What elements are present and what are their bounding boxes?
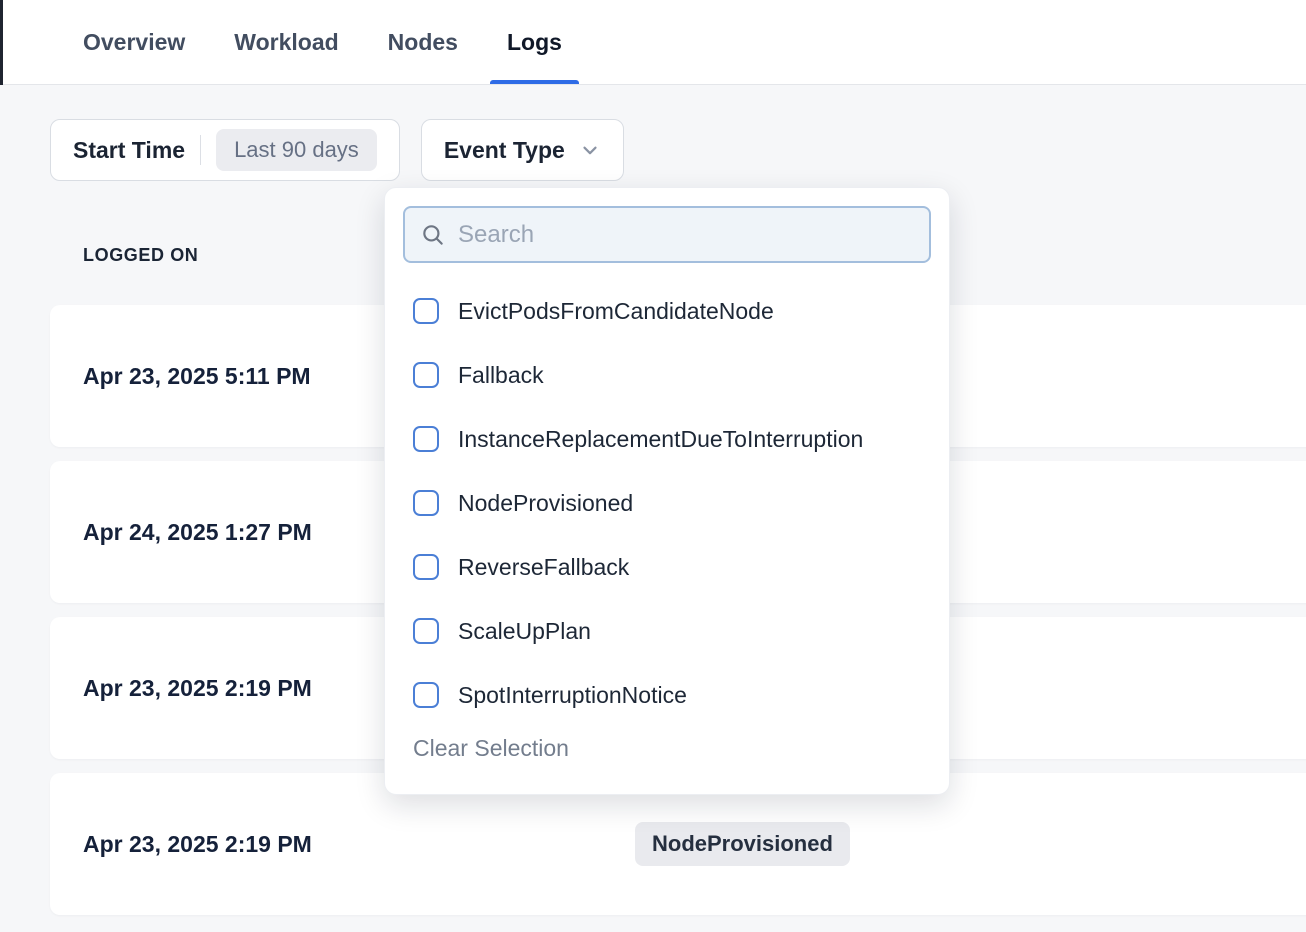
filter-divider: [200, 135, 201, 165]
column-header-logged-on: LOGGED ON: [83, 245, 198, 266]
event-type-option[interactable]: InstanceReplacementDueToInterruption: [403, 407, 931, 471]
filter-bar: Start Time Last 90 days Event Type: [50, 119, 624, 181]
event-type-option[interactable]: NodeProvisioned: [403, 471, 931, 535]
option-label: ScaleUpPlan: [458, 618, 591, 645]
checkbox[interactable]: [413, 618, 439, 644]
tab-label: Workload: [234, 29, 338, 56]
dropdown-search: [403, 206, 931, 263]
search-icon: [420, 222, 446, 248]
tab-nodes[interactable]: Nodes: [388, 0, 458, 84]
tab-overview[interactable]: Overview: [83, 0, 185, 84]
checkbox[interactable]: [413, 554, 439, 580]
option-label: ReverseFallback: [458, 554, 629, 581]
start-time-label: Start Time: [73, 137, 185, 164]
option-label: InstanceReplacementDueToInterruption: [458, 426, 863, 453]
tab-label: Overview: [83, 29, 185, 56]
event-type-option[interactable]: ScaleUpPlan: [403, 599, 931, 663]
option-label: NodeProvisioned: [458, 490, 633, 517]
event-type-options: EvictPodsFromCandidateNode Fallback Inst…: [403, 279, 931, 727]
event-type-filter-button[interactable]: Event Type: [421, 119, 624, 181]
logs-content: Start Time Last 90 days Event Type: [0, 85, 1306, 932]
tab-logs[interactable]: Logs: [507, 0, 562, 84]
logged-on-value: Apr 23, 2025 2:19 PM: [83, 831, 312, 858]
logged-on-value: Apr 24, 2025 1:27 PM: [83, 519, 312, 546]
tab-bar: Overview Workload Nodes Logs: [0, 0, 1306, 85]
event-type-option[interactable]: EvictPodsFromCandidateNode: [403, 279, 931, 343]
checkbox[interactable]: [413, 362, 439, 388]
logs-page: Overview Workload Nodes Logs Start Time …: [0, 0, 1306, 932]
checkbox[interactable]: [413, 490, 439, 516]
left-edge-divider: [0, 0, 3, 85]
logged-on-value: Apr 23, 2025 5:11 PM: [83, 363, 311, 390]
checkbox[interactable]: [413, 682, 439, 708]
option-label: Fallback: [458, 362, 544, 389]
logged-on-value: Apr 23, 2025 2:19 PM: [83, 675, 312, 702]
event-type-label: Event Type: [444, 137, 565, 164]
event-type-option[interactable]: ReverseFallback: [403, 535, 931, 599]
clear-selection-button[interactable]: Clear Selection: [403, 735, 931, 762]
option-label: EvictPodsFromCandidateNode: [458, 298, 774, 325]
tab-label: Logs: [507, 29, 562, 56]
event-type-dropdown: EvictPodsFromCandidateNode Fallback Inst…: [384, 187, 950, 795]
event-type-option[interactable]: SpotInterruptionNotice: [403, 663, 931, 727]
start-time-filter-button[interactable]: Start Time Last 90 days: [50, 119, 400, 181]
chevron-down-icon: [579, 139, 601, 161]
start-time-value: Last 90 days: [216, 129, 377, 171]
search-input[interactable]: [458, 221, 914, 249]
event-type-badge: NodeProvisioned: [635, 822, 850, 866]
checkbox[interactable]: [413, 298, 439, 324]
option-label: SpotInterruptionNotice: [458, 682, 687, 709]
tab-workload[interactable]: Workload: [234, 0, 338, 84]
tab-label: Nodes: [388, 29, 458, 56]
checkbox[interactable]: [413, 426, 439, 452]
event-type-option[interactable]: Fallback: [403, 343, 931, 407]
